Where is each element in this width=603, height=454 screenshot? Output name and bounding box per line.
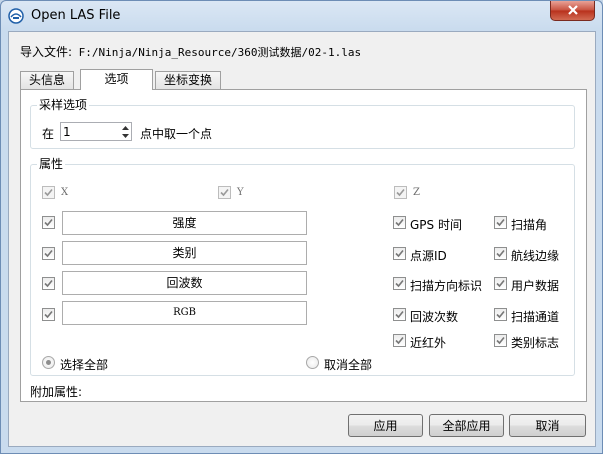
checkbox-scan-channel-label: 扫描通道: [511, 310, 560, 324]
checkbox-x[interactable]: [42, 186, 55, 199]
sampling-group: 采样选项 在 点中取一个点: [30, 98, 575, 149]
sampling-group-title: 采样选项: [37, 98, 90, 112]
import-file-path: F:/Ninja/Ninja_Resource/360测试数据/02-1.las: [78, 46, 362, 59]
title-bar[interactable]: Open LAS File: [1, 1, 602, 31]
dialog-window: Open LAS File 导入文件: F:/Ninja/Ninja_Resou…: [0, 0, 603, 454]
attributes-group-title: 属性: [37, 157, 66, 171]
checkbox-classification[interactable]: [42, 247, 55, 260]
extra-attributes-label: 附加属性:: [30, 385, 83, 399]
dialog-body: 导入文件: F:/Ninja/Ninja_Resource/360测试数据/02…: [8, 31, 596, 447]
field-rgb[interactable]: RGB: [62, 301, 307, 325]
tab-coordinate-transform[interactable]: 坐标变换: [155, 71, 222, 89]
checkbox-number-of-returns[interactable]: [393, 308, 406, 321]
checkbox-nir-label: 近红外: [410, 336, 447, 350]
checkbox-class-flags[interactable]: [494, 334, 507, 347]
checkbox-number-of-returns-label: 回波次数: [410, 310, 459, 324]
checkbox-gps-time-label: GPS 时间: [410, 218, 462, 232]
radio-select-all[interactable]: [42, 356, 55, 369]
checkbox-user-data[interactable]: [494, 277, 507, 290]
field-return-number[interactable]: 回波数: [62, 271, 307, 295]
tab-options[interactable]: 选项: [80, 69, 153, 90]
window-title: Open LAS File: [31, 8, 121, 23]
app-logo-icon: [8, 8, 24, 24]
import-file-label: 导入文件:: [20, 45, 73, 59]
close-icon: [567, 4, 579, 18]
sampling-input[interactable]: [63, 124, 115, 139]
checkbox-z-label: Z: [413, 187, 420, 198]
checkbox-scan-direction[interactable]: [393, 277, 406, 290]
radio-deselect-all[interactable]: [306, 356, 319, 369]
apply-button[interactable]: 应用: [348, 414, 423, 437]
sampling-prefix: 在: [42, 127, 55, 141]
apply-all-button[interactable]: 全部应用: [429, 414, 504, 437]
sampling-stepper[interactable]: [60, 122, 132, 141]
checkbox-y-label: Y: [237, 187, 244, 198]
radio-select-all-label: 选择全部: [60, 358, 109, 372]
checkbox-user-data-label: 用户数据: [511, 279, 560, 293]
attributes-group: 属性 X Y Z 强度 类别 回波数 RGB GPS 时间 点源ID 扫描方向标…: [30, 157, 575, 376]
checkbox-x-label: X: [61, 187, 69, 198]
checkbox-gps-time[interactable]: [393, 216, 406, 229]
checkbox-scan-angle-label: 扫描角: [511, 218, 548, 232]
checkbox-intensity[interactable]: [42, 216, 55, 229]
checkbox-z[interactable]: [394, 186, 407, 199]
sampling-suffix: 点中取一个点: [140, 127, 213, 141]
close-button[interactable]: [550, 1, 595, 21]
spin-down-icon[interactable]: [119, 132, 131, 140]
checkbox-class-flags-label: 类别标志: [511, 336, 560, 350]
cancel-button[interactable]: 取消: [509, 414, 586, 437]
checkbox-edge-of-flight[interactable]: [494, 247, 507, 260]
tab-header-info[interactable]: 头信息: [20, 71, 75, 89]
checkbox-return-number[interactable]: [42, 277, 55, 290]
checkbox-nir[interactable]: [393, 334, 406, 347]
checkbox-scan-channel[interactable]: [494, 308, 507, 321]
checkbox-y[interactable]: [218, 186, 231, 199]
options-panel: 采样选项 在 点中取一个点 属性: [20, 89, 587, 402]
field-intensity[interactable]: 强度: [62, 211, 307, 235]
field-classification[interactable]: 类别: [62, 241, 307, 265]
radio-deselect-all-label: 取消全部: [324, 358, 373, 372]
checkbox-edge-of-flight-label: 航线边缘: [511, 249, 560, 263]
checkbox-rgb[interactable]: [42, 308, 55, 321]
checkbox-scan-angle[interactable]: [494, 216, 507, 229]
checkbox-point-source-id-label: 点源ID: [410, 249, 447, 263]
import-file-row: 导入文件: F:/Ninja/Ninja_Resource/360测试数据/02…: [20, 43, 361, 60]
checkbox-scan-direction-label: 扫描方向标识: [410, 279, 483, 293]
checkbox-point-source-id[interactable]: [393, 247, 406, 260]
spin-up-icon[interactable]: [119, 124, 131, 132]
